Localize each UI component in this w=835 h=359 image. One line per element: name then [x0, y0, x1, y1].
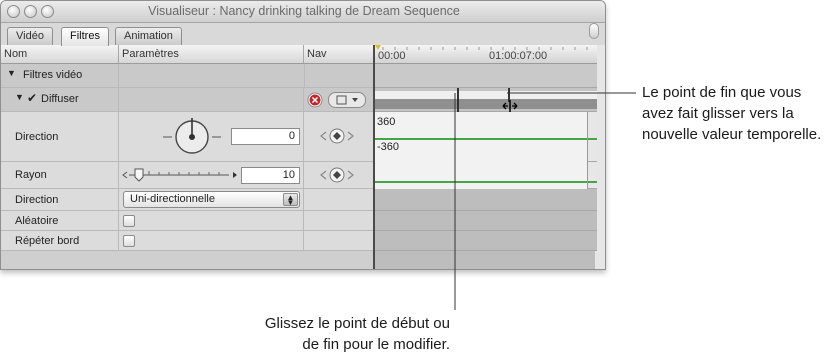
callout-end-point: Le point de fin que vous avez fait gliss…	[642, 84, 822, 143]
callout-drag-point-line2: de fin pour le modifier.	[302, 336, 450, 353]
callout-drag-point-line1: Glissez le point de début ou	[264, 315, 450, 332]
callout-lines	[454, 92, 636, 310]
tab-filters[interactable]: Filtres	[61, 27, 109, 46]
stage: Visualiseur : Nancy drinking talking de …	[0, 0, 835, 359]
